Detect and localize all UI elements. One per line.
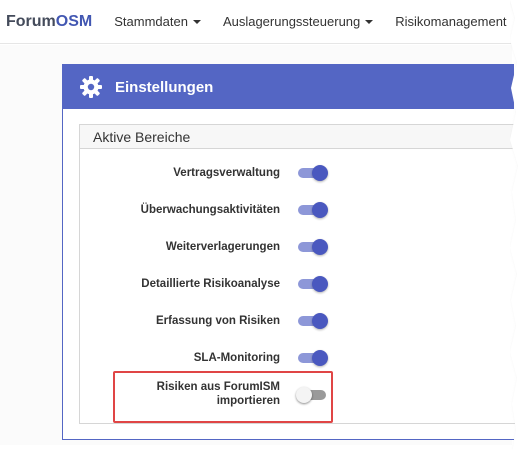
- nav-item-stammdaten[interactable]: Stammdaten: [114, 14, 201, 29]
- card-header: Einstellungen: [63, 65, 514, 109]
- setting-label: Erfassung von Risiken: [156, 315, 280, 327]
- top-navbar: ForumOSM Stammdaten Auslagerungssteuerun…: [0, 0, 512, 44]
- nav-item-label: Stammdaten: [114, 14, 188, 29]
- nav-item-auslagerungssteuerung[interactable]: Auslagerungssteuerung: [222, 14, 374, 29]
- setting-label: Vertragsverwaltung: [173, 167, 280, 179]
- setting-row-sla-monitoring: SLA-Monitoring: [80, 350, 280, 366]
- toggle-risikoanalyse[interactable]: [298, 276, 328, 292]
- nav-item-label: Risikomanagement: [395, 14, 507, 29]
- toggle-ueberwachungsaktivitaeten[interactable]: [298, 202, 328, 218]
- brand-logo[interactable]: ForumOSM: [6, 13, 92, 31]
- toggle-weiterverlagerungen[interactable]: [298, 239, 328, 255]
- gear-icon: [79, 75, 103, 99]
- setting-label: Überwachungsaktivitäten: [140, 204, 280, 216]
- setting-row-risikoanalyse: Detaillierte Risikoanalyse: [80, 276, 280, 292]
- caret-down-icon: [365, 19, 374, 24]
- brand-suffix: OSM: [55, 12, 93, 30]
- nav-item-label: Auslagerungssteuerung: [222, 14, 361, 29]
- setting-label: SLA-Monitoring: [193, 352, 280, 364]
- setting-row-weiterverlagerungen: Weiterverlagerungen: [80, 239, 280, 255]
- card-title: Einstellungen: [115, 78, 214, 96]
- setting-row-ueberwachungsaktivitaeten: Überwachungsaktivitäten: [80, 202, 280, 218]
- setting-row-vertragsverwaltung: Vertragsverwaltung: [80, 165, 280, 181]
- setting-row-erfassung-risiken: Erfassung von Risiken: [80, 313, 280, 329]
- setting-label: Detaillierte Risikoanalyse: [141, 278, 280, 290]
- toggle-vertragsverwaltung[interactable]: [298, 165, 328, 181]
- fieldset-legend: Aktive Bereiche: [80, 125, 515, 149]
- caret-down-icon: [192, 19, 201, 24]
- toggle-erfassung-risiken[interactable]: [298, 313, 328, 329]
- torn-edge-right: [510, 0, 528, 460]
- highlight-box: [113, 371, 333, 423]
- brand-prefix: Forum: [6, 12, 56, 30]
- torn-edge-bottom: [0, 447, 528, 460]
- nav-item-risikomanagement[interactable]: Risikomanagement: [395, 14, 506, 29]
- setting-label: Weiterverlagerungen: [165, 241, 280, 253]
- toggle-sla-monitoring[interactable]: [298, 350, 328, 366]
